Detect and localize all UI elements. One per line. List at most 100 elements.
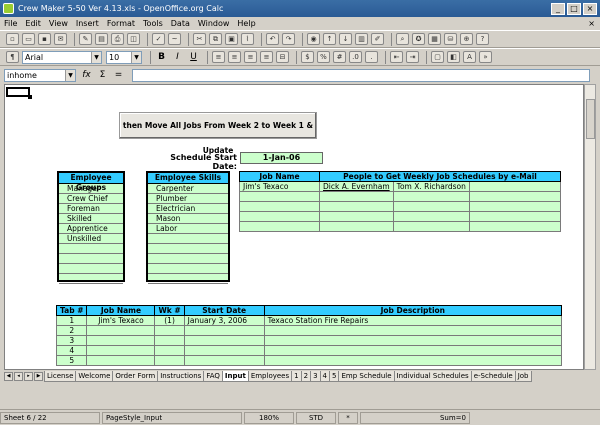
list-item[interactable]: Manager (59, 184, 123, 194)
autospellcheck-icon[interactable]: ~ (168, 33, 181, 45)
job-name-cell[interactable]: Jim's Texaco (86, 315, 156, 326)
scrollbar-thumb[interactable] (586, 99, 595, 139)
spellcheck-icon[interactable]: ✓ (152, 33, 165, 45)
list-item[interactable] (148, 274, 228, 284)
list-item[interactable] (59, 274, 123, 284)
sort-descending-icon[interactable]: ↓ (339, 33, 352, 45)
tab-faq[interactable]: FAQ (203, 370, 223, 382)
tab-e-schedule[interactable]: e-Schedule (470, 370, 516, 382)
tab-input[interactable]: Input (221, 370, 249, 382)
person-cell[interactable] (392, 191, 470, 202)
job-description-cell[interactable] (263, 325, 563, 336)
close-document-icon[interactable]: × (588, 19, 595, 28)
menu-edit[interactable]: Edit (25, 19, 41, 28)
menu-help[interactable]: Help (237, 19, 255, 28)
next-sheet-icon[interactable]: ▸ (24, 371, 33, 381)
tab-welcome[interactable]: Welcome (75, 370, 114, 382)
job-description-cell[interactable] (263, 335, 563, 346)
job-description-cell[interactable] (263, 355, 563, 366)
justify-icon[interactable]: ≡ (260, 51, 273, 63)
list-item[interactable]: Crew Chief (59, 194, 123, 204)
job-name-cell[interactable]: Jim's Texaco (239, 181, 320, 192)
start-date-cell[interactable]: January 3, 2006 (183, 315, 265, 326)
chevron-down-icon[interactable]: ▼ (91, 51, 101, 63)
format-paintbrush-icon[interactable]: ⌇ (241, 33, 254, 45)
sort-ascending-icon[interactable]: ↑ (323, 33, 336, 45)
tab-license[interactable]: License (44, 370, 77, 382)
chevron-down-icon[interactable]: ▼ (65, 69, 75, 81)
font-size-combo[interactable]: 10 ▼ (106, 50, 142, 64)
selection-mode[interactable]: STD (296, 411, 336, 424)
list-item[interactable]: Foreman (59, 204, 123, 214)
tab-instructions[interactable]: Instructions (157, 370, 205, 382)
paste-icon[interactable]: ▣ (225, 33, 238, 45)
undo-icon[interactable]: ↶ (266, 33, 279, 45)
menu-data[interactable]: Data (171, 19, 190, 28)
minimize-button[interactable]: _ (551, 2, 565, 15)
start-date-cell[interactable] (183, 335, 265, 346)
menu-view[interactable]: View (49, 19, 68, 28)
currency-icon[interactable]: $ (301, 51, 314, 63)
week-number-cell[interactable] (154, 335, 185, 346)
font-name-combo[interactable]: Arial ▼ (22, 50, 102, 64)
redo-icon[interactable]: ↷ (282, 33, 295, 45)
maximize-button[interactable]: □ (567, 2, 581, 15)
delete-decimal-icon[interactable]: . (365, 51, 378, 63)
background-color-icon[interactable]: ◧ (447, 51, 460, 63)
menu-file[interactable]: File (4, 19, 17, 28)
job-name-cell[interactable] (239, 211, 320, 222)
tab-employees[interactable]: Employees (247, 370, 293, 382)
tab-job[interactable]: Job (514, 370, 532, 382)
person-cell[interactable] (392, 221, 470, 232)
menu-insert[interactable]: Insert (76, 19, 99, 28)
job-name-cell[interactable] (86, 345, 156, 356)
person-cell[interactable]: Tom X. Richardson (392, 181, 470, 192)
list-item[interactable]: Carpenter (148, 184, 228, 194)
list-item[interactable] (148, 234, 228, 244)
more-options-icon[interactable]: » (479, 51, 492, 63)
gallery-icon[interactable]: ▦ (428, 33, 441, 45)
align-left-icon[interactable]: ≡ (212, 51, 225, 63)
schedule-start-cell[interactable]: 1-Jan-06 (240, 152, 323, 164)
person-cell[interactable] (468, 211, 562, 222)
person-cell[interactable] (468, 191, 562, 202)
job-name-cell[interactable] (86, 335, 156, 346)
job-description-cell[interactable]: Texaco Station Fire Repairs (263, 315, 563, 326)
chevron-down-icon[interactable]: ▼ (131, 51, 141, 63)
email-icon[interactable]: ✉ (54, 33, 67, 45)
function-wizard-button[interactable]: fx (80, 69, 93, 81)
percent-icon[interactable]: % (317, 51, 330, 63)
menu-window[interactable]: Window (198, 19, 230, 28)
job-name-cell[interactable] (86, 325, 156, 336)
sum-button[interactable]: Σ (96, 69, 109, 81)
start-date-cell[interactable] (183, 355, 265, 366)
list-item[interactable]: Labor (148, 224, 228, 234)
list-item[interactable]: Mason (148, 214, 228, 224)
tab-order-form[interactable]: Order Form (112, 370, 159, 382)
font-color-icon[interactable]: A (463, 51, 476, 63)
borders-icon[interactable]: ▢ (431, 51, 444, 63)
list-item[interactable] (148, 244, 228, 254)
italic-button[interactable]: I (171, 51, 184, 63)
add-decimal-icon[interactable]: .0 (349, 51, 362, 63)
person-cell[interactable] (468, 221, 562, 232)
selected-cell-cursor[interactable] (6, 87, 32, 99)
tab-emp-schedule[interactable]: Emp Schedule (338, 370, 395, 382)
week-number-cell[interactable]: (1) (154, 315, 185, 326)
list-item[interactable] (148, 254, 228, 264)
person-cell[interactable] (468, 201, 562, 212)
menu-tools[interactable]: Tools (143, 19, 163, 28)
zoom-icon[interactable]: ⊕ (460, 33, 473, 45)
open-folder-icon[interactable]: ▭ (22, 33, 35, 45)
list-item[interactable]: Skilled (59, 214, 123, 224)
underline-button[interactable]: U (187, 51, 200, 63)
start-date-cell[interactable] (183, 325, 265, 336)
standard-format-icon[interactable]: # (333, 51, 346, 63)
list-item[interactable]: Electrician (148, 204, 228, 214)
tab-individual-schedules[interactable]: Individual Schedules (393, 370, 472, 382)
zoom-level[interactable]: 180% (244, 411, 294, 424)
job-name-cell[interactable] (239, 221, 320, 232)
draw-functions-icon[interactable]: ✐ (371, 33, 384, 45)
align-center-icon[interactable]: ≡ (228, 51, 241, 63)
list-item[interactable]: Apprentice (59, 224, 123, 234)
